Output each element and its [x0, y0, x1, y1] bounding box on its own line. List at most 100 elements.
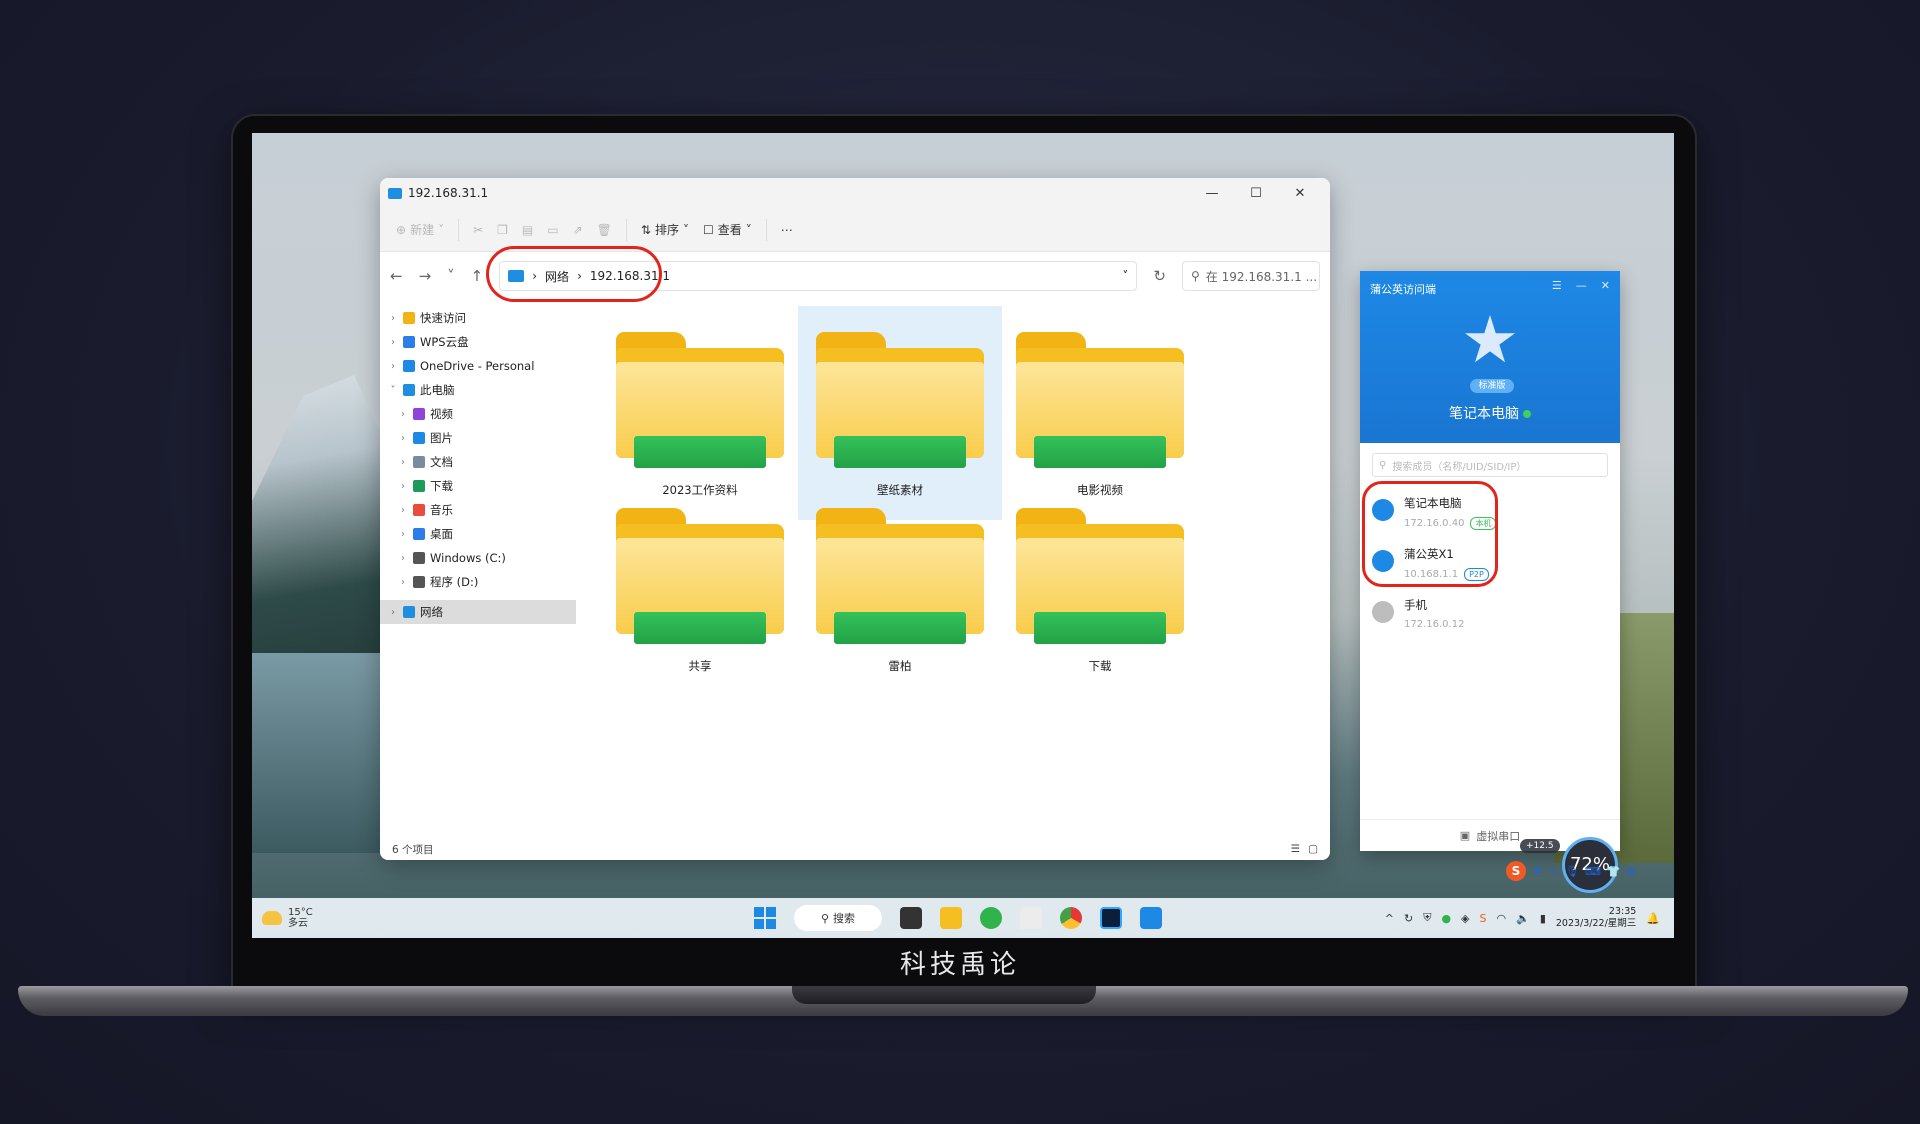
chevron-right-icon[interactable]: › [388, 313, 398, 324]
battery-icon[interactable]: ▮ [1540, 912, 1546, 925]
sidebar-item[interactable]: › 音乐 [380, 498, 576, 522]
sidebar-item[interactable]: › 图片 [380, 426, 576, 450]
folder-item[interactable]: 共享 [598, 482, 802, 696]
phone-app-icon[interactable] [1020, 907, 1042, 929]
maximize-button[interactable]: ☐ [1234, 186, 1278, 201]
back-arrow-icon[interactable]: ← [390, 267, 403, 285]
folder-icon [616, 508, 784, 648]
details-view-icon[interactable]: ☰ [1291, 843, 1300, 855]
cut-button[interactable]: ✂ [473, 223, 483, 237]
sogou-tray-icon[interactable]: S [1480, 912, 1487, 925]
red-highlight-circle [486, 246, 663, 302]
notification-bell-icon[interactable]: 🔔 [1646, 912, 1660, 925]
volume-icon[interactable]: 🔈 [1516, 912, 1530, 925]
folder-item[interactable]: 下载 [998, 482, 1202, 696]
share-button[interactable]: ⇗ [573, 223, 583, 237]
clock[interactable]: 23:35 2023/3/22/星期三 [1556, 906, 1636, 930]
delete-button[interactable]: 🗑 [597, 223, 612, 237]
wechat-tray-icon[interactable]: ● [1441, 912, 1451, 925]
paste-button[interactable]: ▤ [522, 223, 533, 237]
weather-condition: 多云 [288, 918, 308, 929]
member-search-input[interactable]: ⚲ 搜索成员（名称/UID/SID/IP） [1372, 453, 1608, 477]
chevron-right-icon[interactable]: › [398, 553, 408, 564]
grid-icon[interactable]: ⊞ [1627, 865, 1636, 878]
search-icon: ⚲ [1191, 269, 1200, 283]
sidebar-item[interactable]: › OneDrive - Personal [380, 354, 576, 378]
sort-button[interactable]: ⇅ 排序 ˅ [641, 221, 689, 238]
microphone-icon[interactable]: 🎙 [1565, 865, 1579, 878]
photoshop-icon[interactable] [1100, 907, 1122, 929]
chevron-right-icon[interactable]: › [398, 529, 408, 540]
search-box[interactable]: ⚲ 在 192.168.31.1 ... [1182, 261, 1320, 291]
sidebar-item[interactable]: › 文档 [380, 450, 576, 474]
view-button[interactable]: ☐ 查看 ˅ [703, 221, 752, 238]
wechat-icon[interactable] [980, 907, 1002, 929]
forward-arrow-icon[interactable]: → [419, 267, 432, 285]
punctuation-icon[interactable]: •, [1549, 865, 1559, 878]
wifi-icon[interactable]: ◠ [1497, 912, 1507, 925]
chevron-right-icon[interactable]: › [398, 433, 408, 444]
chevron-down-icon[interactable]: ˅ [1122, 269, 1128, 283]
folder-label: 共享 [688, 659, 712, 673]
chevron-right-icon[interactable]: › [388, 361, 398, 372]
sidebar-item[interactable]: › 网络 [380, 600, 576, 624]
desktop-icon [413, 528, 425, 540]
refresh-icon[interactable]: ↻ [1153, 267, 1166, 285]
shield-icon[interactable]: ⛨ [1423, 911, 1431, 925]
ime-mode[interactable]: 中 [1532, 863, 1543, 879]
chevron-right-icon[interactable]: › [398, 409, 408, 420]
address-bar[interactable]: › 网络 › 192.168.31.1 ˅ [486, 246, 1138, 302]
search-placeholder: 在 192.168.31.1 ... [1205, 269, 1318, 284]
minimize-button[interactable]: — [1576, 279, 1587, 292]
taskbar-search[interactable]: ⚲ 搜索 [794, 905, 882, 931]
file-explorer-icon[interactable] [940, 907, 962, 929]
keyboard-icon[interactable]: ⌨ [1585, 865, 1601, 878]
serial-port-icon: ▣ [1459, 829, 1471, 842]
start-button[interactable] [754, 907, 776, 929]
sidebar-item[interactable]: › WPS云盘 [380, 330, 576, 354]
clock-time: 23:35 [1608, 906, 1637, 917]
sync-icon[interactable]: ↻ [1404, 912, 1413, 925]
task-view-icon[interactable] [900, 907, 922, 929]
sidebar-item[interactable]: › 桌面 [380, 522, 576, 546]
chevron-down-icon[interactable]: ˅ [388, 385, 398, 396]
sidebar-item[interactable]: › Windows (C:) [380, 546, 576, 570]
chrome-icon[interactable] [1060, 907, 1082, 929]
rename-button[interactable]: ▭ [547, 223, 558, 237]
folder-item[interactable]: 雷柏 [798, 482, 1002, 696]
chevron-right-icon[interactable]: › [398, 457, 408, 468]
folder-view: 2023工作资料 壁纸素材 电影视频 共享 雷柏 下载 [576, 300, 1330, 838]
search-icon: ⚲ [1379, 459, 1387, 471]
device-item[interactable]: 手机 172.16.0.12 [1360, 589, 1620, 638]
menu-icon[interactable]: ☰ [1552, 279, 1562, 292]
copy-button[interactable]: ❐ [497, 223, 508, 237]
chevron-right-icon[interactable]: › [398, 505, 408, 516]
more-button[interactable]: ⋯ [781, 223, 793, 237]
download-icon [413, 480, 425, 492]
explorer-titlebar[interactable]: 192.168.31.1 — ☐ ✕ [380, 178, 1330, 208]
up-arrow-icon[interactable]: ↑ [471, 267, 484, 285]
weather-widget[interactable]: 15°C 多云 [262, 907, 313, 929]
sidebar-item[interactable]: › 视频 [380, 402, 576, 426]
app-tray-icon[interactable]: ◈ [1461, 912, 1469, 925]
chevron-right-icon[interactable]: › [388, 337, 398, 348]
paste-icon: ▤ [521, 222, 534, 237]
minimize-button[interactable]: — [1190, 186, 1234, 201]
chevron-right-icon[interactable]: › [398, 577, 408, 588]
new-button[interactable]: ⊕ 新建 ˅ [396, 221, 444, 238]
sidebar-item[interactable]: › 快速访问 [380, 306, 576, 330]
chevron-right-icon[interactable]: › [398, 481, 408, 492]
sogou-ime-icon[interactable]: S [1506, 861, 1526, 881]
sidebar-item[interactable]: ˅ 此电脑 [380, 378, 576, 402]
chevron-right-icon[interactable]: › [388, 607, 398, 618]
edition-badge: 标准版 [1470, 379, 1514, 393]
vpn-client-icon[interactable] [1140, 907, 1162, 929]
close-button[interactable]: ✕ [1601, 279, 1610, 292]
sidebar-item[interactable]: › 程序 (D:) [380, 570, 576, 594]
skin-icon[interactable]: 👕 [1607, 865, 1621, 878]
close-button[interactable]: ✕ [1278, 186, 1322, 201]
sidebar-item[interactable]: › 下载 [380, 474, 576, 498]
large-icons-view-icon[interactable]: ▢ [1308, 843, 1318, 855]
chevron-up-icon[interactable]: ^ [1385, 912, 1394, 925]
recent-chevron-icon[interactable]: ˅ [447, 267, 455, 285]
